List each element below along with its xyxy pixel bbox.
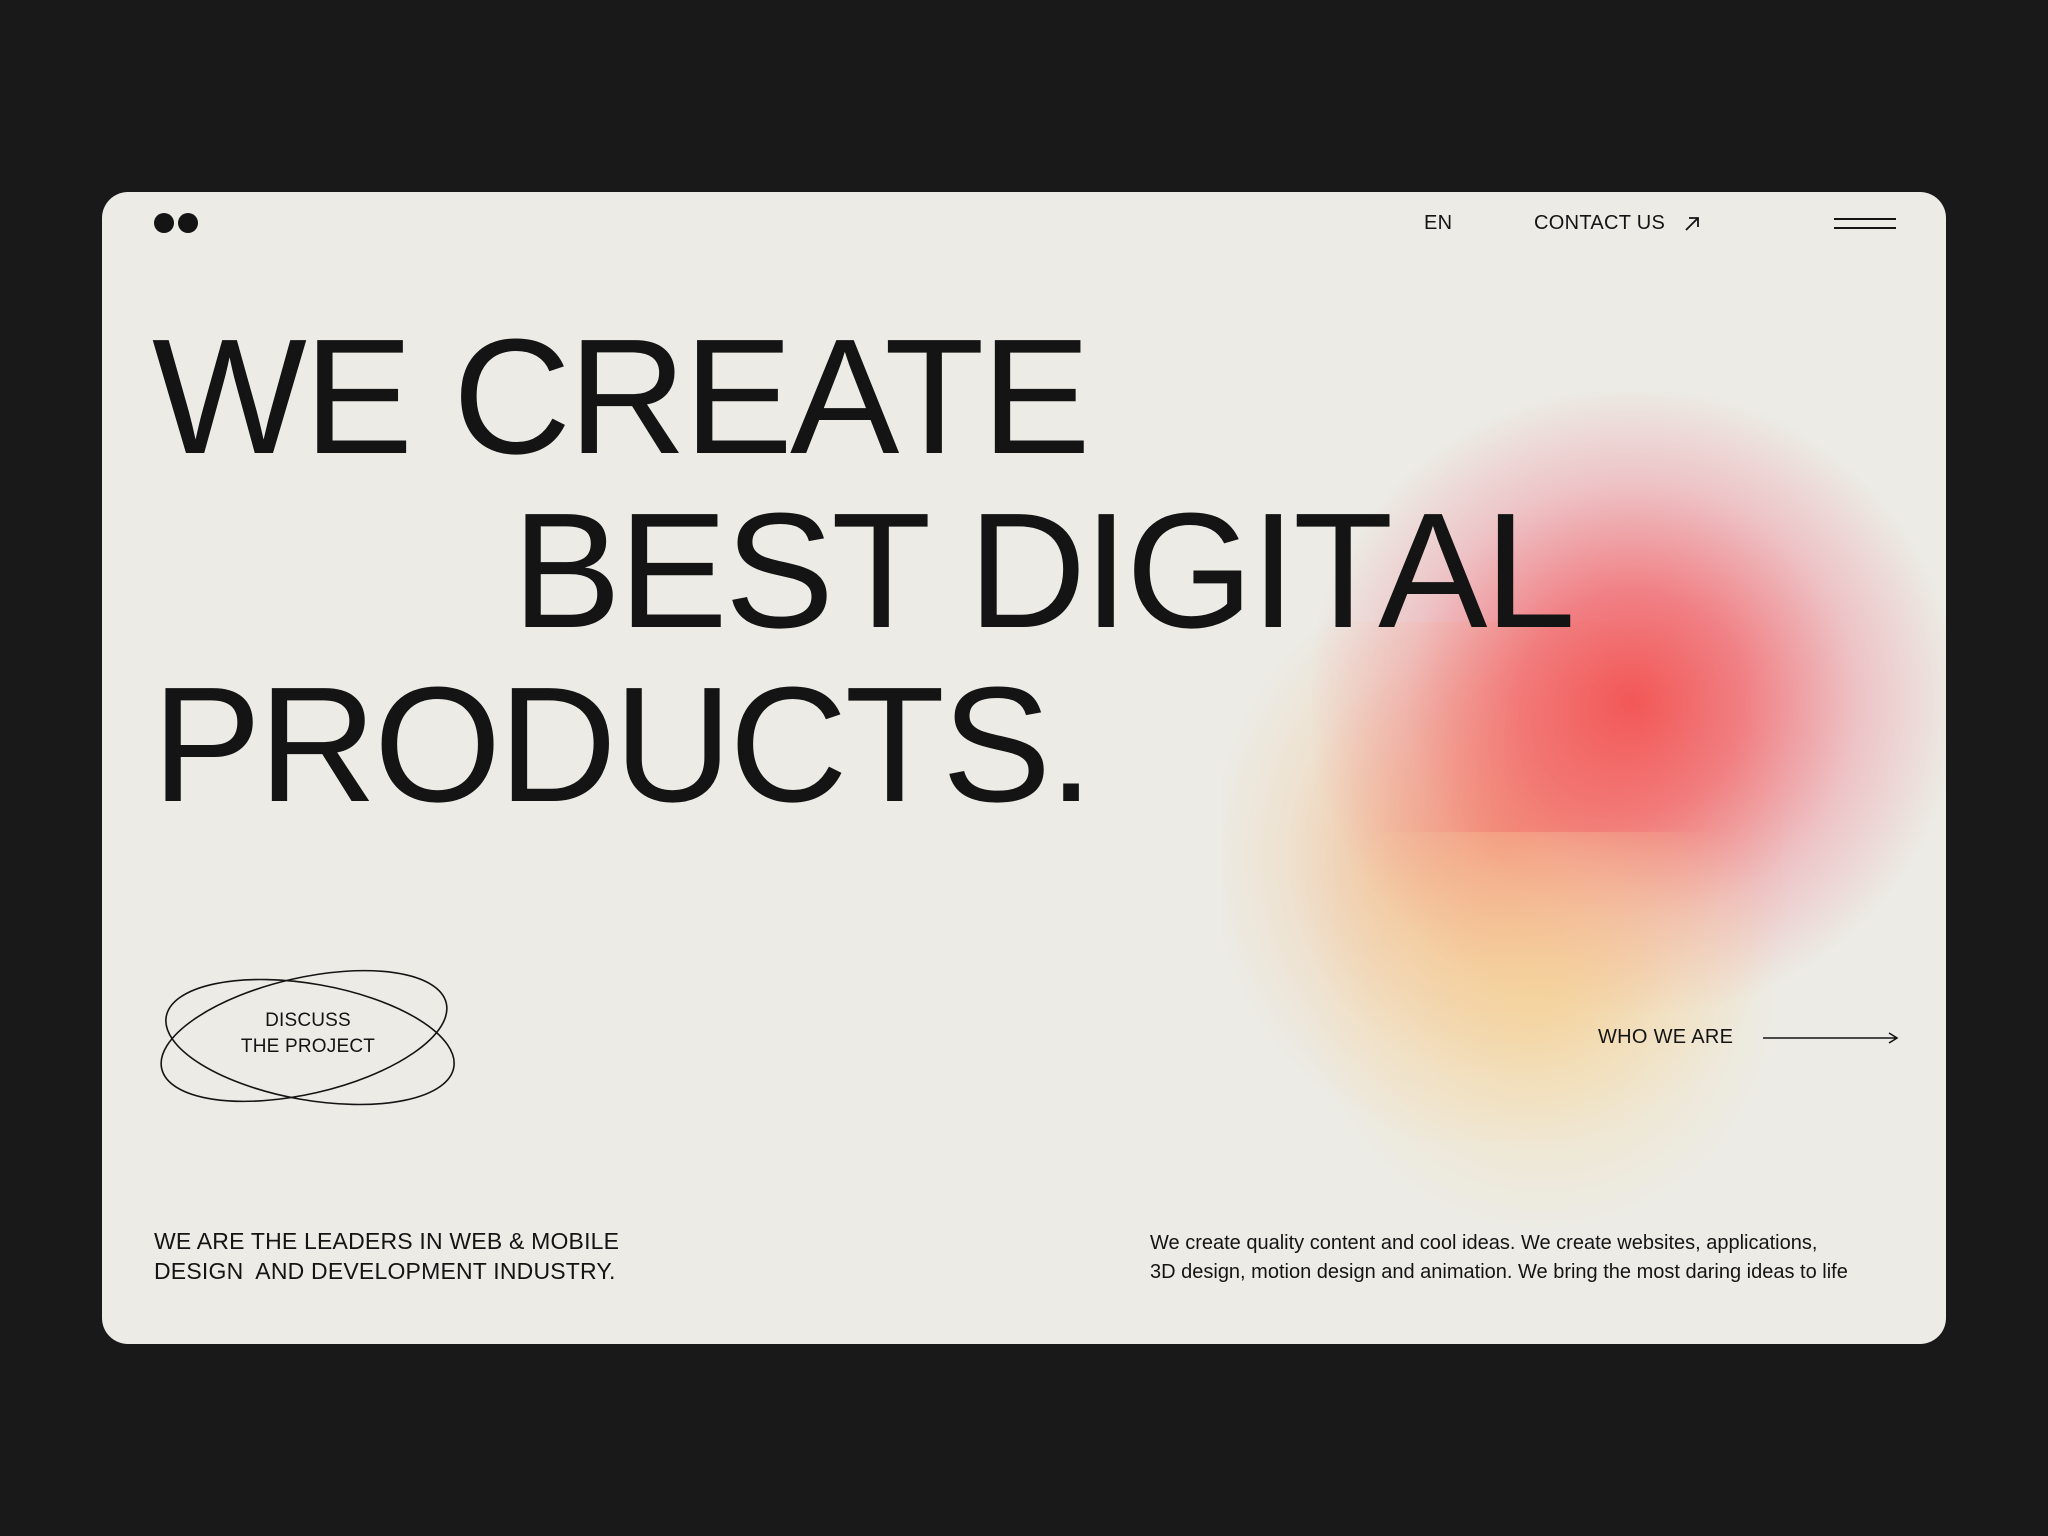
menu-line bbox=[1834, 227, 1896, 229]
leaders-tagline: WE ARE THE LEADERS IN WEB & MOBILE DESIG… bbox=[154, 1226, 714, 1286]
discuss-line-2: THE PROJECT bbox=[240, 1036, 376, 1057]
language-switch[interactable]: EN bbox=[1424, 212, 1452, 235]
hero-headline: WE CREATE BEST DIGITAL PRODUCTS. bbox=[152, 305, 1576, 836]
headline-line-2: BEST DIGITAL bbox=[512, 479, 1576, 662]
logo-dot bbox=[154, 213, 174, 233]
description-line-2: 3D design, motion design and animation. … bbox=[1150, 1261, 1848, 1283]
arrow-right-icon bbox=[1763, 1031, 1899, 1044]
leaders-line-2: DESIGN AND DEVELOPMENT INDUSTRY. bbox=[154, 1258, 616, 1284]
arrow-up-right-icon bbox=[1685, 216, 1700, 231]
contact-us-link[interactable]: CONTACT US bbox=[1534, 212, 1701, 235]
two-dots-logo-icon[interactable] bbox=[154, 213, 198, 233]
contact-us-label: CONTACT US bbox=[1534, 212, 1666, 234]
leaders-line-1: WE ARE THE LEADERS IN WEB & MOBILE bbox=[154, 1228, 620, 1254]
discuss-project-label: DISCUSS THE PROJECT bbox=[158, 1008, 458, 1060]
discuss-project-button[interactable]: DISCUSS THE PROJECT bbox=[158, 958, 458, 1118]
menu-line bbox=[1834, 218, 1896, 220]
hamburger-menu-icon[interactable] bbox=[1834, 215, 1896, 231]
logo-dot bbox=[178, 213, 198, 233]
discuss-line-1: DISCUSS bbox=[265, 1010, 351, 1031]
headline-line-1: WE CREATE bbox=[152, 305, 1091, 488]
headline-line-3: PRODUCTS. bbox=[152, 653, 1094, 836]
company-description: We create quality content and cool ideas… bbox=[1150, 1229, 1910, 1287]
description-line-1: We create quality content and cool ideas… bbox=[1150, 1232, 1818, 1254]
who-we-are-link[interactable]: WHO WE ARE bbox=[1598, 1026, 1899, 1049]
who-we-are-label: WHO WE ARE bbox=[1598, 1026, 1734, 1048]
hero-card: EN CONTACT US WE CREATE BEST DIGITAL PRO… bbox=[102, 192, 1946, 1344]
